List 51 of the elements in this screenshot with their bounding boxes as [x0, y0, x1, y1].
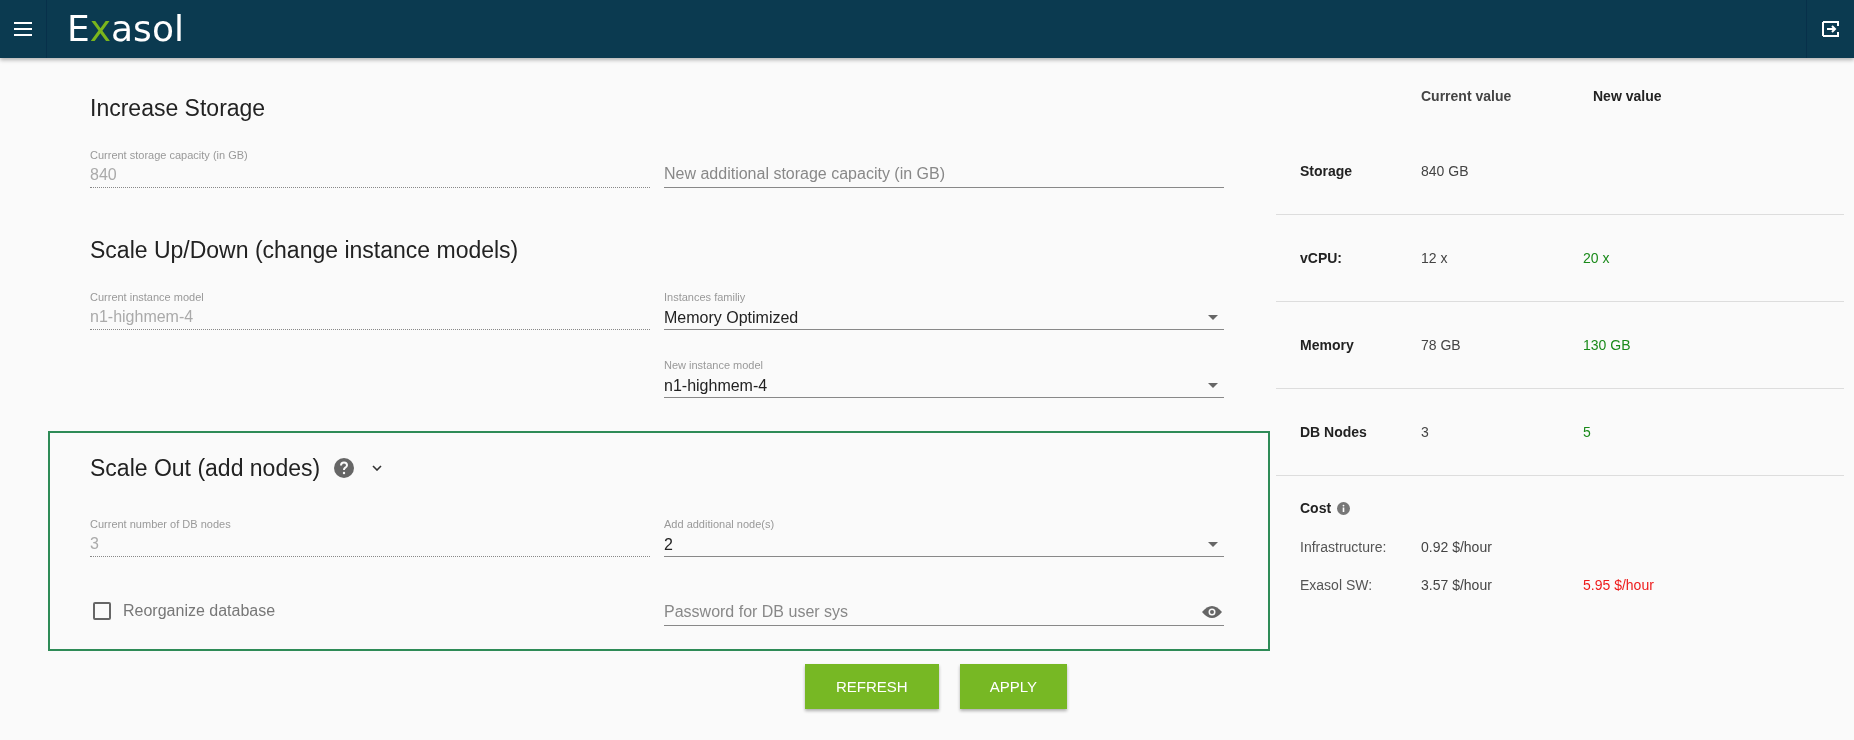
row-label: vCPU:: [1299, 250, 1343, 266]
field-label: Add additional node(s): [664, 518, 776, 530]
current-value: 12 x: [1421, 250, 1449, 266]
dropdown-field[interactable]: n1-highmem-4: [664, 374, 1224, 398]
section-title: Scale Out (add nodes): [90, 454, 321, 482]
new-value: 5: [1583, 424, 1592, 440]
section-title: Scale Up/Down (change instance models): [90, 236, 519, 264]
field-label: Current number of DB nodes: [90, 518, 232, 530]
eye-icon[interactable]: [1202, 605, 1222, 619]
current-value: 0.92 $/hour: [1421, 539, 1493, 555]
input-field[interactable]: New additional storage capacity (in GB): [664, 161, 1224, 188]
section-title: Increase Storage: [90, 94, 266, 122]
row-label: DB Nodes: [1299, 424, 1368, 440]
new-value: 130 GB: [1583, 337, 1632, 353]
current-value: 78 GB: [1421, 337, 1462, 353]
field-label: Instances familiy: [664, 291, 747, 303]
dropdown-value: 2: [664, 534, 673, 555]
row-label: Storage: [1299, 163, 1354, 179]
cost-title: Cost: [1300, 500, 1332, 516]
new-value: 20 x: [1583, 250, 1611, 266]
chevron-down-icon[interactable]: [372, 465, 383, 471]
dropdown-field[interactable]: Memory Optimized: [664, 306, 1224, 330]
cost-label: Exasol SW:: [1299, 577, 1374, 593]
password-field[interactable]: Password for DB user sys: [664, 598, 1224, 626]
readonly-field: 840: [90, 164, 650, 188]
dropdown-arrow-icon: [1208, 383, 1218, 388]
readonly-field: n1-highmem-4: [90, 306, 650, 330]
checkbox[interactable]: [93, 602, 111, 620]
dropdown-field[interactable]: 2: [664, 533, 1224, 557]
column-header: New value: [1592, 88, 1663, 106]
dropdown-value: Memory Optimized: [664, 307, 799, 328]
field-label: Current instance model: [90, 291, 205, 303]
current-value: 3.57 $/hour: [1421, 577, 1493, 593]
cost-label: Infrastructure:: [1299, 539, 1388, 555]
checkbox-label: Reorganize database: [123, 602, 276, 620]
dropdown-arrow-icon: [1208, 542, 1218, 547]
new-value: 5.95 $/hour: [1583, 577, 1655, 593]
readonly-field: 3: [90, 533, 650, 557]
info-icon[interactable]: [1337, 501, 1351, 515]
logo: Exasol: [66, 7, 184, 51]
logout-icon: [1821, 20, 1840, 38]
menu-icon: [14, 22, 32, 36]
field-label: Current storage capacity (in GB): [90, 149, 249, 161]
help-icon[interactable]: [334, 458, 355, 478]
current-value: 3: [1421, 424, 1430, 440]
row-label: Memory: [1299, 337, 1355, 353]
dropdown-value: n1-highmem-4: [664, 375, 768, 396]
dropdown-arrow-icon: [1208, 315, 1218, 320]
current-value: 840 GB: [1421, 163, 1470, 179]
field-label: New instance model: [664, 359, 765, 371]
column-header: Current value: [1421, 88, 1513, 106]
